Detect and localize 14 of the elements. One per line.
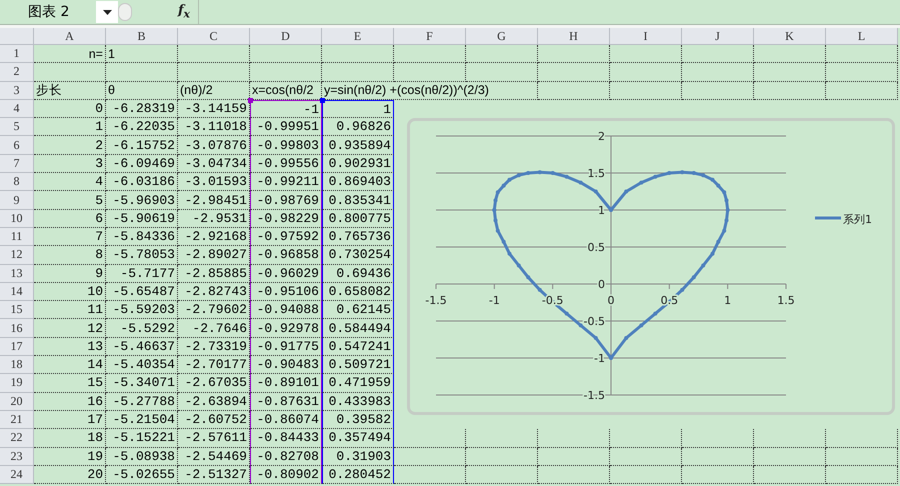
x-tick-label: 1.5 [777, 294, 795, 307]
y-tick-label: 0 [598, 278, 605, 291]
y-tick-label: 1 [598, 204, 605, 217]
y-tick-label: 0.5 [588, 241, 605, 254]
y-tick-label: 2 [598, 130, 605, 143]
x-tick-label: 0 [608, 294, 614, 307]
x-tick-label: -1 [488, 294, 500, 307]
y-tick-label: 1.5 [588, 167, 605, 180]
y-tick-label: -0.5 [584, 315, 605, 328]
x-tick-label: 1 [724, 294, 732, 307]
x-tick-label: -1.5 [425, 294, 447, 307]
y-tick-label: -1.5 [584, 389, 605, 402]
y-tick-label: -1 [594, 352, 605, 365]
legend-label: 系列1 [843, 213, 872, 226]
